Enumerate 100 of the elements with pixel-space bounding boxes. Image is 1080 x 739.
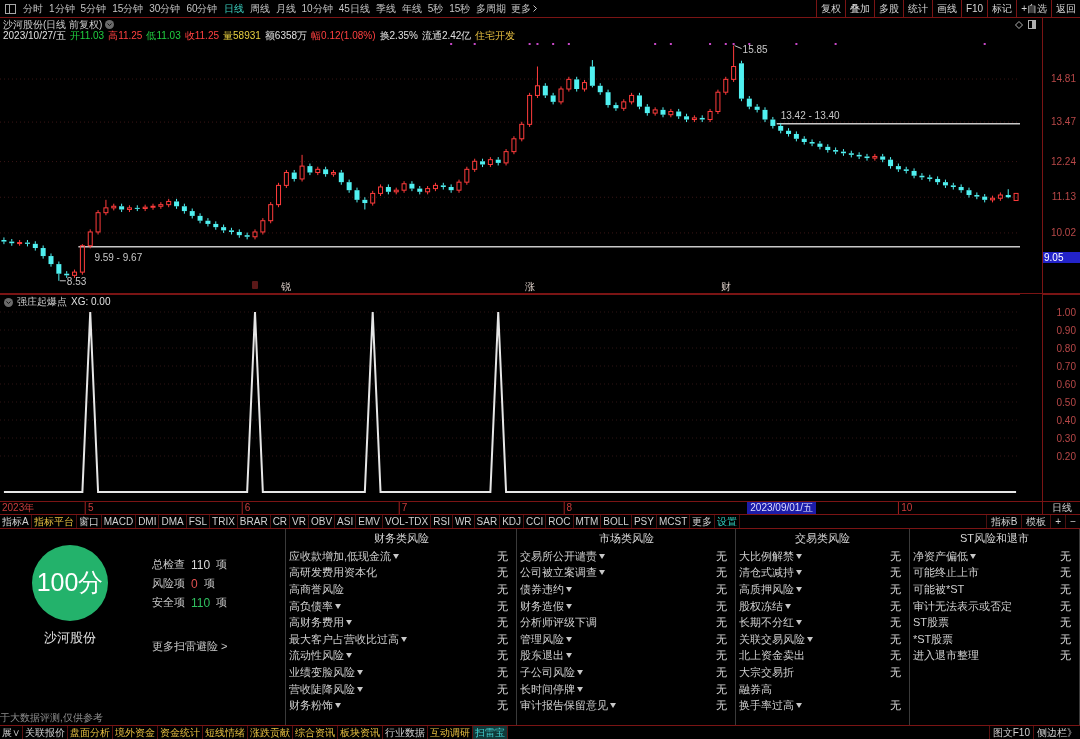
- risk-item-label[interactable]: 清仓式减持: [739, 567, 794, 579]
- caret-down-icon[interactable]: [357, 686, 363, 692]
- bottom-tab[interactable]: 境外资金: [113, 726, 158, 739]
- toolbar-button[interactable]: 复权: [815, 0, 845, 17]
- risk-item-label[interactable]: 换手率过高: [739, 700, 794, 712]
- caret-down-icon[interactable]: [577, 686, 583, 692]
- risk-item-label[interactable]: 管理风险: [520, 633, 564, 645]
- indicator-tab[interactable]: EMV: [356, 515, 383, 528]
- indicator-tab[interactable]: ASI: [335, 515, 357, 528]
- toolbar-button[interactable]: 叠加: [844, 0, 874, 17]
- toolbar-button[interactable]: 返回: [1051, 0, 1080, 17]
- caret-down-icon[interactable]: [401, 636, 407, 642]
- indicator-tab[interactable]: MCST: [656, 515, 691, 528]
- bottom-tab[interactable]: 板块资讯: [338, 726, 383, 739]
- period-tab[interactable]: 多周期: [475, 3, 508, 14]
- risk-item-label[interactable]: 长期不分红: [739, 617, 794, 629]
- indicator-tab[interactable]: VR: [290, 515, 309, 528]
- panel-toggle-icon[interactable]: [4, 3, 16, 14]
- panel-icon[interactable]: [1028, 20, 1036, 29]
- indicator-tab[interactable]: BOLL: [601, 515, 632, 528]
- caret-down-icon[interactable]: [970, 553, 976, 559]
- period-tab[interactable]: 15秒: [448, 3, 472, 14]
- risk-item-label[interactable]: 净资产偏低: [913, 550, 968, 562]
- risk-item-label[interactable]: 高负债率: [289, 600, 333, 612]
- diamond-icon[interactable]: [1015, 20, 1023, 29]
- indicator-tab[interactable]: RSI: [431, 515, 453, 528]
- period-tab[interactable]: 5秒: [426, 3, 445, 14]
- caret-down-icon[interactable]: [796, 620, 802, 626]
- caret-down-icon[interactable]: [599, 570, 605, 576]
- indicator-tab[interactable]: CCI: [524, 515, 547, 528]
- risk-item-label[interactable]: 交易所公开谴责: [520, 550, 597, 562]
- risk-item-label[interactable]: 业绩变脸风险: [289, 666, 355, 678]
- risk-item-label[interactable]: 最大客户占营收比过高: [289, 633, 399, 645]
- event-label[interactable]: 锐: [281, 281, 292, 292]
- period-tab[interactable]: 日线: [222, 3, 245, 14]
- period-tab[interactable]: 10分钟: [300, 3, 334, 14]
- event-label[interactable]: 涨: [524, 281, 535, 292]
- caret-down-icon[interactable]: [785, 603, 791, 609]
- toolbar-button[interactable]: 标记: [987, 0, 1017, 17]
- more-button[interactable]: 更多: [511, 3, 538, 14]
- indicator-tab[interactable]: 指标A: [0, 515, 32, 528]
- risk-item-label[interactable]: 公司被立案调查: [520, 567, 597, 579]
- side-tab[interactable]: 侧边栏》: [1033, 726, 1080, 739]
- indicator-tab[interactable]: KDJ: [500, 515, 525, 528]
- indicator-tab[interactable]: DMI: [136, 515, 160, 528]
- bottom-tab[interactable]: 涨跌贡献: [248, 726, 293, 739]
- caret-down-icon[interactable]: [566, 603, 572, 609]
- indicator-tab[interactable]: DMA: [159, 515, 187, 528]
- toolbar-button[interactable]: 画线: [931, 0, 961, 17]
- circle-chevron-icon[interactable]: [105, 20, 115, 29]
- caret-down-icon[interactable]: [335, 603, 341, 609]
- toolbar-button[interactable]: +自选: [1016, 0, 1051, 17]
- event-label[interactable]: 财: [720, 281, 731, 292]
- risk-item-label[interactable]: 债券违约: [520, 584, 564, 595]
- more-link[interactable]: 更多扫雷避险 >: [152, 638, 228, 654]
- caret-down-icon[interactable]: [566, 636, 572, 642]
- indicator-tab[interactable]: 指标B: [985, 515, 1022, 528]
- bottom-tab[interactable]: 关联报价: [23, 726, 68, 739]
- risk-item-label[interactable]: 高质押风险: [739, 584, 794, 595]
- indicator-tab[interactable]: ROC: [546, 515, 574, 528]
- indicator-tab[interactable]: VOL-TDX: [382, 515, 432, 528]
- period-tab[interactable]: 45日线: [337, 3, 371, 14]
- side-tab[interactable]: 图文F10: [988, 726, 1033, 739]
- risk-item-label[interactable]: 长时间停牌: [520, 683, 575, 695]
- toolbar-button[interactable]: 统计: [902, 0, 932, 17]
- indicator-tab[interactable]: 模板: [1021, 515, 1051, 528]
- indicator-tab[interactable]: MTM: [573, 515, 602, 528]
- period-tab[interactable]: 季线: [374, 3, 397, 14]
- period-tab[interactable]: 年线: [400, 3, 423, 14]
- bottom-tab[interactable]: 资金统计: [158, 726, 203, 739]
- risk-item-label[interactable]: 关联交易风险: [739, 633, 805, 645]
- period-tab[interactable]: 30分钟: [148, 3, 182, 14]
- bottom-tab[interactable]: 盘面分析: [68, 726, 113, 739]
- toolbar-button[interactable]: F10: [960, 0, 988, 17]
- period-tab[interactable]: 1分钟: [48, 3, 76, 14]
- caret-down-icon[interactable]: [577, 669, 583, 675]
- caret-down-icon[interactable]: [807, 636, 813, 642]
- indicator-tab[interactable]: 更多: [690, 515, 716, 528]
- risk-item-label[interactable]: 股权冻结: [739, 600, 783, 612]
- indicator-tab[interactable]: −: [1065, 515, 1080, 528]
- bottom-tab[interactable]: 展∨: [0, 726, 23, 739]
- risk-item-label[interactable]: 审计报告保留意见: [520, 700, 608, 712]
- period-tab[interactable]: 月线: [274, 3, 297, 14]
- period-tab[interactable]: 15分钟: [111, 3, 145, 14]
- bottom-tab[interactable]: 短线情绪: [203, 726, 248, 739]
- indicator-tab[interactable]: FSL: [186, 515, 211, 528]
- caret-down-icon[interactable]: [796, 553, 802, 559]
- risk-item-label[interactable]: 财务粉饰: [289, 700, 333, 712]
- caret-down-icon[interactable]: [599, 553, 605, 559]
- risk-item-label[interactable]: 大比例解禁: [739, 550, 794, 562]
- caret-down-icon[interactable]: [357, 669, 363, 675]
- period-tab[interactable]: 5分钟: [79, 3, 108, 14]
- indicator-tab[interactable]: 窗口: [76, 515, 102, 528]
- indicator-tab[interactable]: SAR: [474, 515, 501, 528]
- caret-down-icon[interactable]: [566, 587, 572, 592]
- indicator-tab[interactable]: OBV: [309, 515, 336, 528]
- risk-item-label[interactable]: 流动性风险: [289, 650, 344, 662]
- indicator-tab[interactable]: 指标平台: [31, 515, 77, 528]
- period-tab[interactable]: 60分钟: [185, 3, 219, 14]
- caret-down-icon[interactable]: [566, 653, 572, 659]
